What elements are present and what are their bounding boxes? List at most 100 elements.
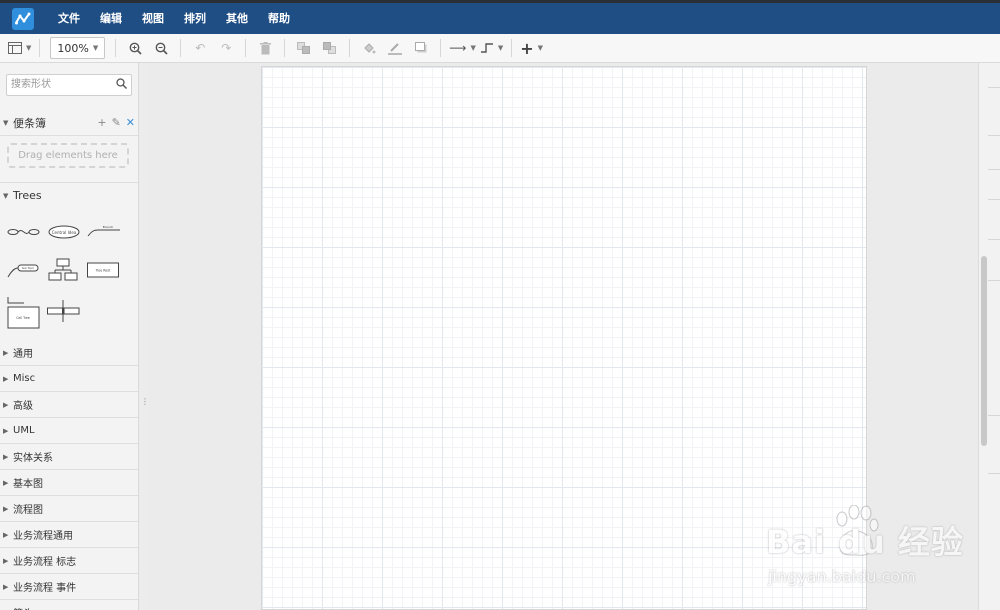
toolbar-divider [440,39,442,57]
section-label: 流程图 [13,505,43,516]
format-panel-edge [988,63,1000,610]
section-label: 基本图 [13,479,43,490]
to-back-icon [323,41,337,54]
chevron-down-icon: ▼ [470,44,476,52]
section-label: Misc [13,373,36,384]
shadow-button[interactable] [410,37,432,59]
tree-root-box-shape[interactable]: Tree Root [86,255,122,285]
section-label: 通用 [13,349,33,360]
caret-right-icon: ▶ [3,400,9,409]
search-icon[interactable] [116,78,127,89]
arrow-right-icon: ⟶ [449,41,467,55]
section-flowchart[interactable]: ▶ 流程图 [0,496,138,522]
menu-arrange[interactable]: 排列 [174,3,216,34]
section-label: 高级 [13,401,33,412]
zoom-in-button[interactable] [124,37,146,59]
watermark-brand: Bai du 经验 [766,523,964,561]
toolbar-divider [284,39,286,57]
chevron-down-icon: ▼ [92,44,99,52]
toolbar-divider [115,39,117,57]
shape-label: Tree Root [95,268,112,272]
section-entity-relation[interactable]: ▶ 实体关系 [0,444,138,470]
caret-right-icon: ▶ [3,452,9,461]
sub-topic-shape[interactable]: Sub Topic [6,255,42,285]
chevron-down-icon: ▼ [26,44,32,52]
delete-button[interactable] [254,37,276,59]
fill-color-button[interactable] [358,37,380,59]
scratchpad-title: 便条簿 [13,116,46,130]
edit-icon[interactable]: ✎ [112,116,121,129]
panel-toggle-button[interactable]: ▼ [8,37,31,59]
insert-button[interactable]: + ▼ [520,37,543,59]
plus-icon: + [520,38,534,58]
to-back-button[interactable] [319,37,341,59]
branch-line-shape[interactable]: Branch [86,217,122,247]
zoom-in-icon [129,42,142,55]
toolbar-divider [180,39,182,57]
container-tree-shape[interactable]: Cell Tree [6,295,42,329]
section-bpmn-events[interactable]: ▶ 业务流程 事件 [0,574,138,600]
shape-label: Cell Tree [16,316,30,320]
horizontal-connector-boxes-shape[interactable] [46,295,82,325]
scratchpad-drop-zone[interactable]: Drag elements here [7,143,129,168]
shape-label: Central Idea [52,230,77,235]
menu-edit[interactable]: 编辑 [90,3,132,34]
chevron-down-icon: ▼ [497,44,504,52]
scratchpad-header[interactable]: ▼ 便条簿 + ✎ ✕ [0,110,138,136]
section-label: UML [13,425,35,436]
baidu-jingyan-watermark: Bai du 经验 jingyan.baidu.com [766,505,976,605]
org-tree-shape[interactable] [46,255,82,285]
zoom-select[interactable]: 100% ▼ [50,37,106,59]
connection-style-button[interactable]: ⟶ ▼ [449,37,476,59]
caret-down-icon: ▼ [3,191,9,200]
zoom-value: 100% [57,41,89,55]
trash-icon [259,41,271,54]
section-misc[interactable]: ▶ Misc [0,366,138,392]
mindmap-central-idea-shape[interactable]: Central Idea [46,217,82,247]
menu-file[interactable]: 文件 [48,3,90,34]
search-input[interactable] [7,75,111,93]
section-basic[interactable]: ▶ 基本图 [0,470,138,496]
section-advanced[interactable]: ▶ 高级 [0,392,138,418]
redo-button[interactable]: ↷ [215,37,237,59]
splitter-grip-icon[interactable]: ⋮ [141,397,149,406]
section-arrows[interactable]: ▶箭头 [0,600,138,610]
menu-view[interactable]: 视图 [132,3,174,34]
menu-extras[interactable]: 其他 [216,3,258,34]
section-bpmn-gateways[interactable]: ▶ 业务流程 标志 [0,548,138,574]
add-icon[interactable]: + [97,116,106,129]
panel-layout-icon [8,42,22,54]
section-label: 实体关系 [13,453,53,464]
caret-right-icon: ▶ [3,530,9,539]
redo-icon: ↷ [221,41,232,55]
section-general[interactable]: ▶ 通用 [0,340,138,366]
to-front-icon [297,41,311,54]
section-label: 业务流程 事件 [13,583,77,594]
undo-button[interactable]: ↶ [189,37,211,59]
line-color-button[interactable] [384,37,406,59]
caret-right-icon: ▶ [3,582,9,591]
horizontal-tree-shape[interactable] [6,217,42,247]
toolbar-divider [39,39,41,57]
sidebar-splitter[interactable] [139,63,147,610]
trees-palette: Central Idea Branch Sub Topic Tree Root … [0,207,138,341]
toolbar-divider [245,39,247,57]
waypoints-button[interactable]: ▼ [480,37,503,59]
watermark-url: jingyan.baidu.com [768,567,916,586]
elbow-connector-icon [480,43,493,53]
scrollbar-thumb[interactable] [981,256,987,446]
shape-label: Sub Topic [22,266,35,270]
section-bpmn-general[interactable]: ▶ 业务流程通用 [0,522,138,548]
caret-right-icon: ▶ [3,374,9,383]
shadow-icon [414,42,427,53]
trees-header[interactable]: ▼ Trees [0,182,138,209]
menu-help[interactable]: 帮助 [258,3,300,34]
close-icon[interactable]: ✕ [126,116,135,129]
app-logo-icon[interactable] [12,7,34,30]
section-uml[interactable]: ▶ UML [0,418,138,444]
trees-title: Trees [13,189,42,202]
menubar: 文件 编辑 视图 排列 其他 帮助 [0,3,1000,34]
zoom-out-icon [155,42,168,55]
zoom-out-button[interactable] [150,37,172,59]
to-front-button[interactable] [293,37,315,59]
